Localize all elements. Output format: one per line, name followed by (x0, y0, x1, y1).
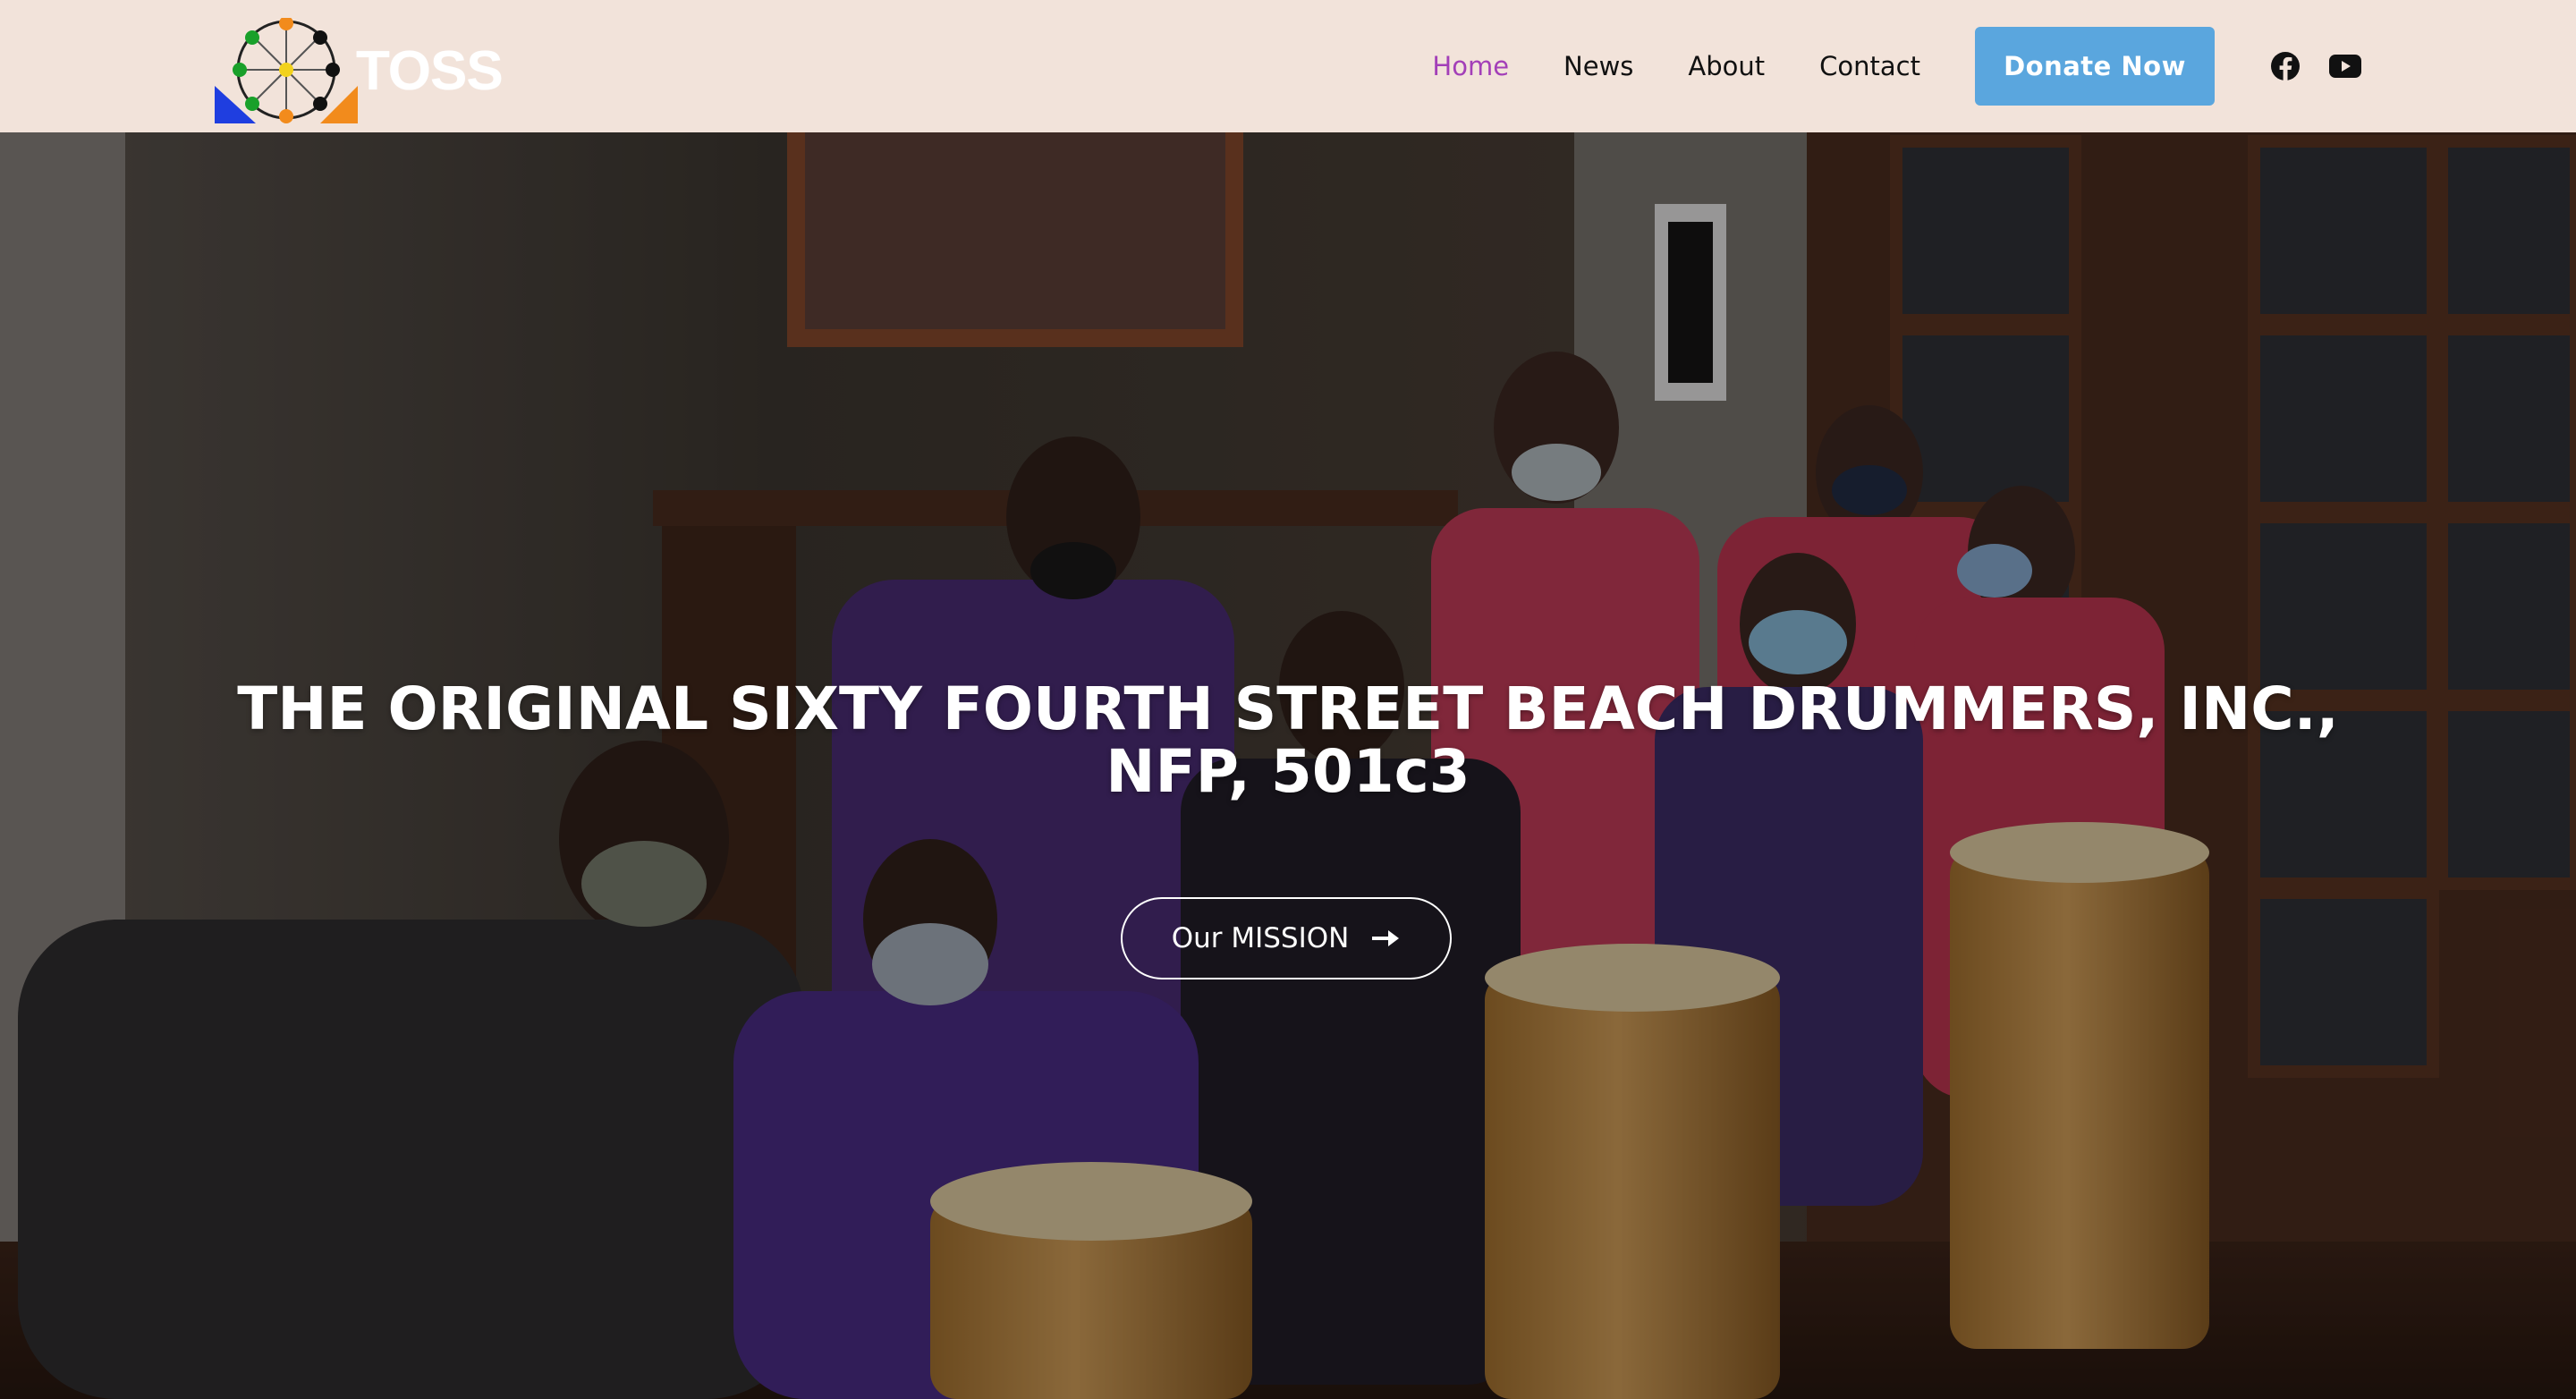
logo-text: TOSS (356, 40, 504, 102)
donate-button[interactable]: Donate Now (1975, 27, 2215, 106)
site-logo[interactable]: TOSS (213, 18, 508, 127)
youtube-icon[interactable] (2329, 54, 2361, 79)
arrow-right-icon (1372, 928, 1401, 948)
hero-title: THE ORIGINAL SIXTY FOURTH STREET BEACH D… (237, 674, 2339, 806)
site-header: TOSS Home News About Contact Donate Now (0, 0, 2576, 132)
social-links (2270, 51, 2361, 81)
nav-home[interactable]: Home (1432, 51, 1509, 81)
our-mission-button[interactable]: Our MISSION (1121, 897, 1452, 979)
nav-about[interactable]: About (1688, 51, 1765, 81)
nav-news[interactable]: News (1563, 51, 1633, 81)
hero-section: THE ORIGINAL SIXTY FOURTH STREET BEACH D… (0, 132, 2576, 1399)
facebook-icon[interactable] (2270, 51, 2301, 81)
our-mission-label: Our MISSION (1171, 922, 1350, 954)
nav-contact[interactable]: Contact (1819, 51, 1920, 81)
main-nav: Home News About Contact Donate Now (1432, 27, 2361, 106)
